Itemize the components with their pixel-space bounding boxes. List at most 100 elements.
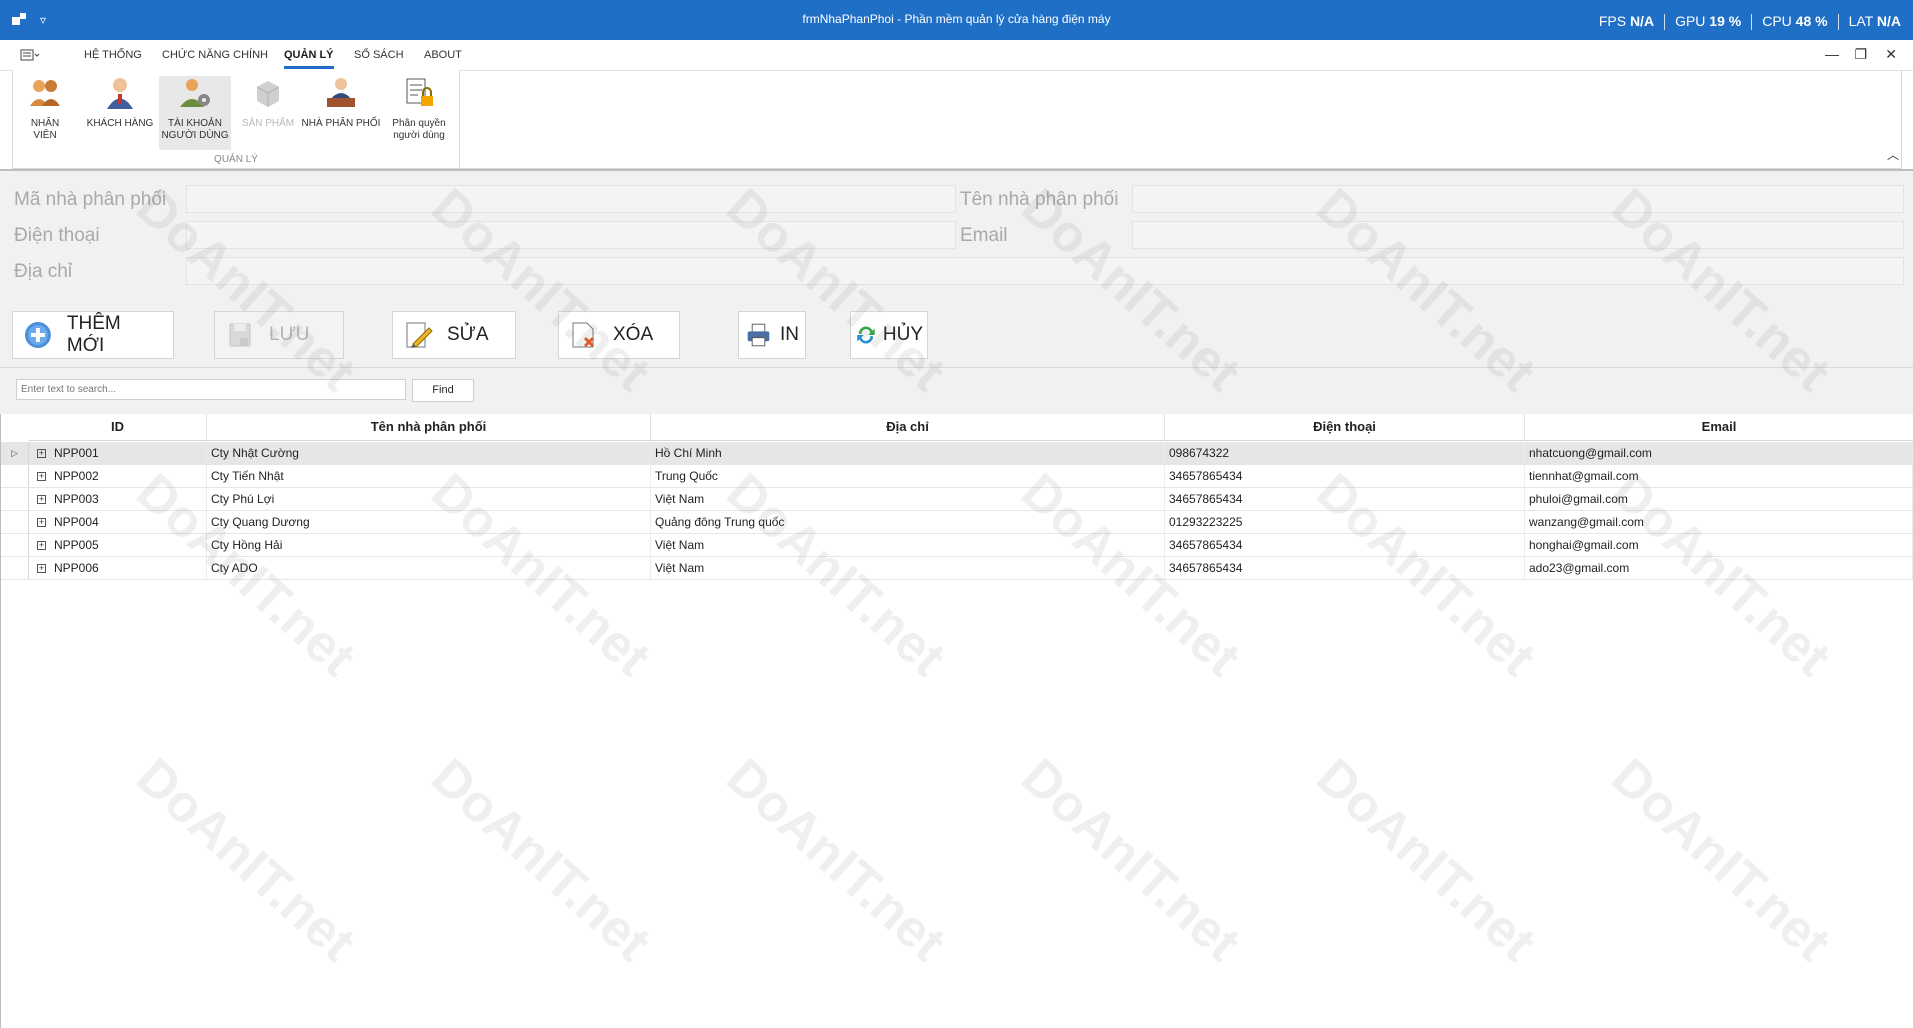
row-indicator (1, 465, 29, 487)
expand-icon[interactable]: + (37, 494, 46, 504)
table-row[interactable]: ▷ + NPP001 Cty Nhật Cường Hồ Chí Minh 098… (1, 442, 1913, 465)
column-header-email[interactable]: Email (1525, 414, 1913, 440)
ribbon-button-khach-hang[interactable]: KHÁCH HÀNG (85, 76, 155, 130)
dia-chi-label: Địa chỉ (14, 261, 73, 282)
cell-id: + NPP002 (29, 465, 207, 487)
cell-id: + NPP003 (29, 488, 207, 510)
table-row[interactable]: + NPP004 Cty Quang Dương Quảng đông Trung… (1, 511, 1913, 534)
ma-npp-input[interactable] (186, 185, 956, 213)
row-indicator (1, 488, 29, 510)
table-row[interactable]: + NPP006 Cty ADO Việt Nam 34657865434 ado… (1, 557, 1913, 580)
row-indicator (1, 557, 29, 579)
perf-divider (1837, 14, 1839, 30)
tab-chuc-nang-chinh[interactable]: CHỨC NĂNG CHÍNH (162, 49, 268, 61)
tab-so-sach[interactable]: SỔ SÁCH (354, 49, 404, 61)
in-label: IN (780, 324, 799, 345)
close-icon[interactable]: ✕ (1885, 46, 1897, 63)
ribbon-button-san-pham[interactable]: SẢN PHẨM (237, 76, 299, 130)
tab-quan-ly[interactable]: QUẢN LÝ (284, 49, 334, 69)
expand-icon[interactable]: + (37, 471, 46, 481)
xoa-label: XÓA (613, 324, 654, 345)
restore-icon[interactable]: ❐ (1854, 46, 1867, 63)
cell-id: + NPP001 (29, 442, 207, 464)
luu-button[interactable]: LƯU (214, 311, 344, 359)
row-indicator (1, 534, 29, 556)
cell-ten: Cty Hồng Hải (207, 534, 651, 556)
expand-icon[interactable]: + (37, 448, 46, 458)
distributor-form: Mã nhà phân phối Tên nhà phân phối Điện … (0, 171, 1913, 301)
ribbon-button-label-line1: TÀI KHOẢN (168, 118, 222, 129)
cell-dia-chi: Việt Nam (651, 557, 1165, 579)
ribbon-collapse-icon[interactable]: ︿ (1887, 146, 1899, 163)
permission-lock-icon (406, 78, 433, 106)
huy-button[interactable]: HỦY (850, 311, 928, 359)
cell-ten: Cty Quang Dương (207, 511, 651, 533)
table-row[interactable]: + NPP005 Cty Hồng Hải Việt Nam 3465786543… (1, 534, 1913, 557)
cell-id: + NPP006 (29, 557, 207, 579)
ribbon-tab-bar: HỆ THỐNG CHỨC NĂNG CHÍNH QUẢN LÝ SỔ SÁCH… (0, 40, 1913, 71)
tab-about[interactable]: ABOUT (424, 49, 462, 61)
ten-npp-input[interactable] (1132, 185, 1904, 213)
ribbon-button-label-line2: NGƯỜI DÙNG (161, 130, 229, 141)
cell-email: ado23@gmail.com (1525, 557, 1913, 579)
email-label: Email (960, 225, 1008, 246)
cell-ten: Cty ADO (207, 557, 651, 579)
in-button[interactable]: IN (738, 311, 806, 359)
perf-cpu: CPU 48 % (1762, 13, 1828, 29)
table-row[interactable]: + NPP003 Cty Phú Lợi Việt Nam 34657865434… (1, 488, 1913, 511)
cell-dia-chi: Việt Nam (651, 488, 1165, 510)
find-button[interactable]: Find (412, 379, 474, 402)
user-account-icon (180, 79, 210, 107)
cell-email: nhatcuong@gmail.com (1525, 442, 1913, 464)
cell-id: + NPP004 (29, 511, 207, 533)
ribbon-button-phan-quyen[interactable]: Phân quyền người dùng (387, 76, 451, 142)
cell-dia-chi: Quảng đông Trung quốc (651, 511, 1165, 533)
ribbon-button-nha-phan-phoi[interactable]: NHÀ PHÂN PHỐI (299, 76, 383, 130)
email-input[interactable] (1132, 221, 1904, 249)
cell-dia-chi: Việt Nam (651, 534, 1165, 556)
app-menu-icon[interactable] (20, 49, 40, 61)
column-header-id[interactable]: ID (29, 414, 207, 440)
ribbon-button-label: SẢN PHẨM (241, 118, 295, 129)
minimize-icon[interactable]: — (1825, 46, 1839, 62)
row-indicator (1, 511, 29, 533)
expand-icon[interactable]: + (37, 563, 46, 573)
perf-gpu: GPU 19 % (1675, 13, 1742, 29)
grid-header: ID Tên nhà phân phối Địa chỉ Điện thoại … (29, 414, 1913, 441)
ribbon-button-tai-khoan-nguoi-dung[interactable]: TÀI KHOẢN NGƯỜI DÙNG (159, 76, 231, 150)
cell-dien-thoai: 34657865434 (1165, 557, 1525, 579)
dia-chi-input[interactable] (186, 257, 1904, 285)
tab-he-thong[interactable]: HỆ THỐNG (84, 49, 142, 61)
perf-divider (1751, 14, 1753, 30)
dien-thoai-label: Điện thoại (14, 225, 100, 246)
them-moi-button[interactable]: THÊM MỚI (12, 311, 174, 359)
cell-dien-thoai: 34657865434 (1165, 488, 1525, 510)
cell-id: + NPP005 (29, 534, 207, 556)
them-moi-label: THÊM MỚI (66, 313, 121, 356)
table-row[interactable]: + NPP002 Cty Tiến Nhật Trung Quốc 3465786… (1, 465, 1913, 488)
product-box-icon (256, 81, 280, 107)
cell-dien-thoai: 01293223225 (1165, 511, 1525, 533)
sua-button[interactable]: SỬA (392, 311, 516, 359)
distributor-icon (327, 78, 355, 107)
title-bar: ▿ frmNhaPhanPhoi - Phần mềm quản lý cửa … (0, 0, 1913, 40)
xoa-button[interactable]: XÓA (558, 311, 680, 359)
row-indicator-icon: ▷ (1, 442, 29, 464)
ribbon-button-nhan-vien[interactable]: NHÂN VIÊN (19, 76, 71, 142)
cell-dien-thoai: 34657865434 (1165, 465, 1525, 487)
expand-icon[interactable]: + (37, 540, 46, 550)
save-disk-icon (229, 323, 251, 347)
perf-divider (1664, 14, 1666, 30)
dien-thoai-input[interactable] (186, 221, 956, 249)
ribbon-group-label: QUẢN LÝ (214, 154, 258, 165)
action-toolbar: THÊM MỚI LƯU SỬA XÓA IN HỦY (0, 301, 1913, 368)
column-header-dia-chi[interactable]: Địa chỉ (651, 414, 1165, 440)
ribbon-group-quan-ly: NHÂN VIÊN KHÁCH HÀNG TÀI KHOẢN NGƯỜI DÙN… (12, 70, 460, 169)
expand-icon[interactable]: + (37, 517, 46, 527)
search-input[interactable] (16, 379, 406, 400)
column-header-dien-thoai[interactable]: Điện thoại (1165, 414, 1525, 440)
perf-overlay: FPS N/A GPU 19 % CPU 48 % LAT N/A (1599, 13, 1901, 30)
column-header-ten[interactable]: Tên nhà phân phối (207, 414, 651, 440)
perf-fps: FPS N/A (1598, 13, 1655, 29)
cell-dien-thoai: 34657865434 (1165, 534, 1525, 556)
